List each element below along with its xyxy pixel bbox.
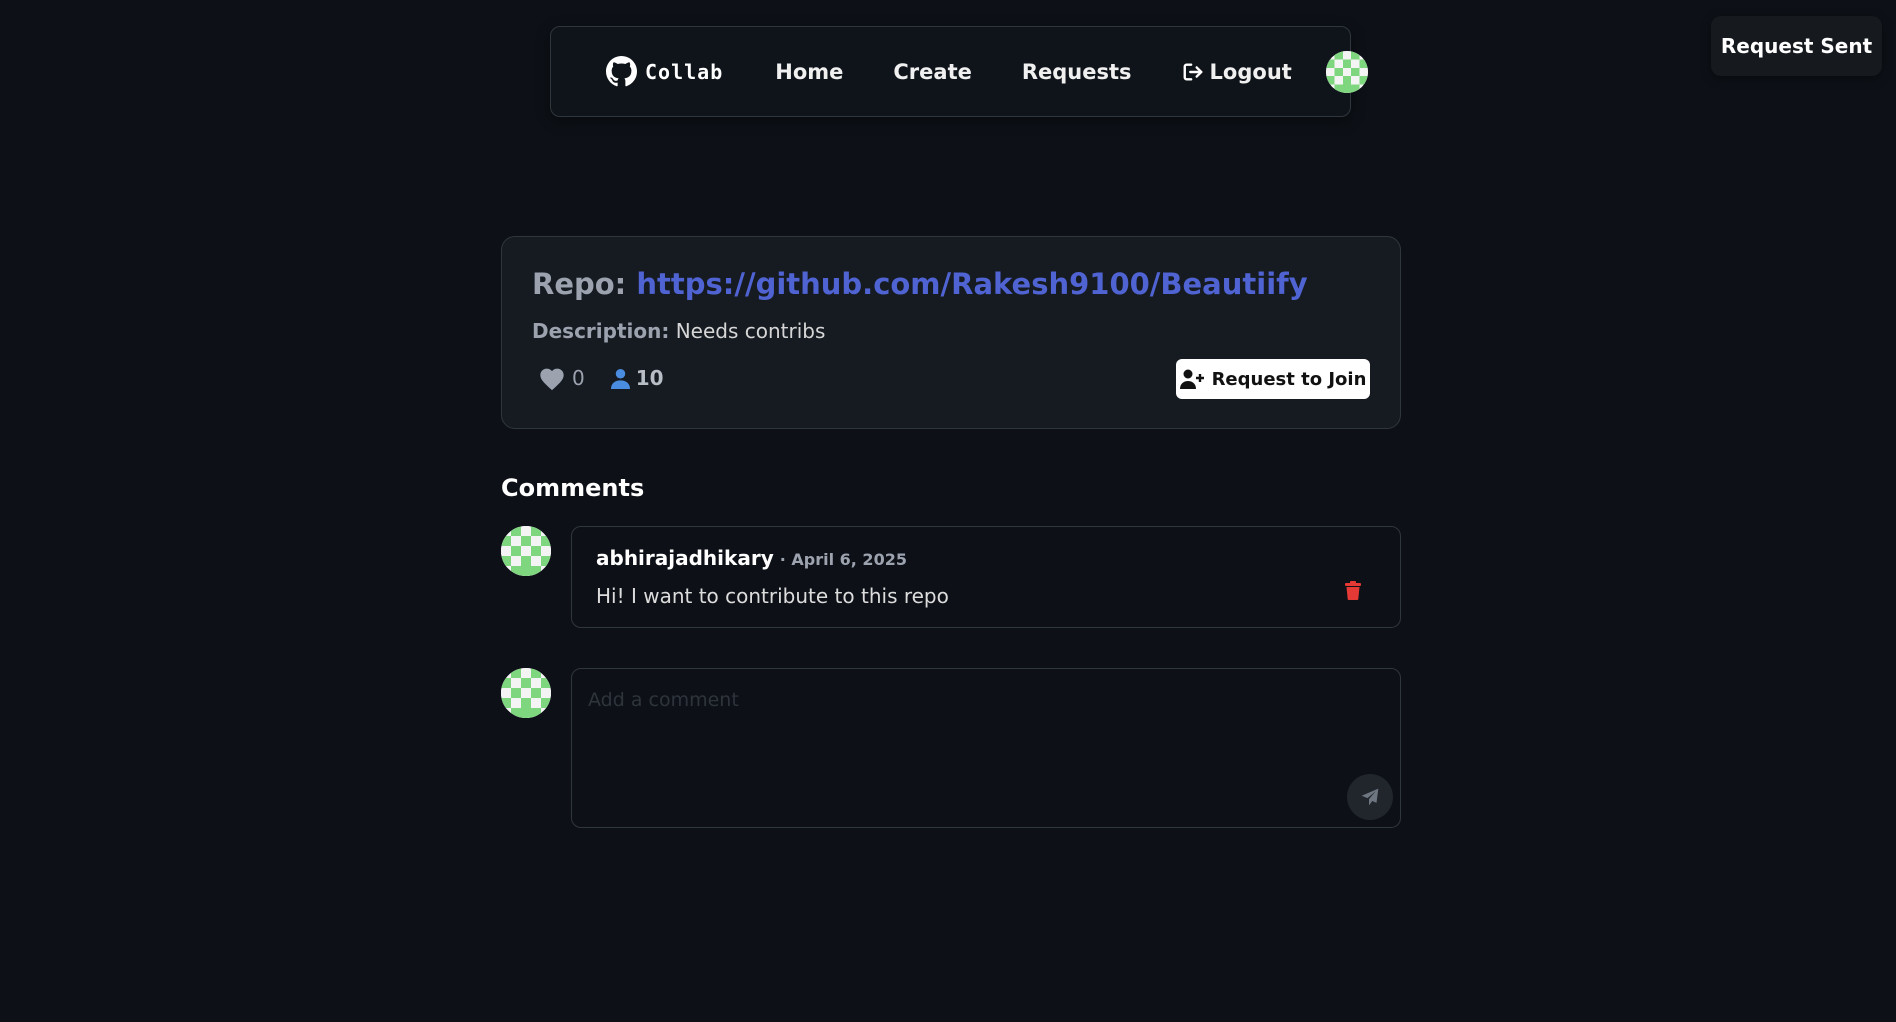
like-button[interactable]: 0 (538, 365, 585, 391)
delete-comment-button[interactable] (1342, 578, 1364, 602)
send-comment-button[interactable] (1347, 774, 1393, 820)
member-count: 10 (635, 366, 664, 390)
paper-plane-icon (1360, 787, 1380, 807)
github-icon (606, 56, 637, 87)
repo-link[interactable]: https://github.com/Rakesh9100/Beautiify (636, 267, 1307, 301)
brand-logo[interactable]: Collab (606, 56, 723, 87)
comment-header: abhirajadhikary · April 6, 2025 (596, 546, 907, 570)
heart-icon (538, 365, 566, 391)
repo-card: Repo: https://github.com/Rakesh9100/Beau… (501, 236, 1401, 429)
nav-logout[interactable]: Logout (1182, 60, 1292, 84)
nav-create[interactable]: Create (893, 60, 971, 84)
like-count: 0 (572, 366, 585, 390)
repo-stats: 0 10 (538, 365, 664, 391)
user-icon (610, 368, 630, 389)
comment-date: · April 6, 2025 (779, 550, 907, 569)
comment-composer (571, 668, 1401, 828)
comment-input[interactable] (572, 669, 1400, 827)
user-plus-icon (1179, 369, 1204, 389)
brand-name: Collab (645, 59, 724, 84)
nav-home[interactable]: Home (775, 60, 843, 84)
avatar[interactable] (1325, 50, 1368, 93)
logout-label: Logout (1209, 59, 1292, 84)
toast-notification: Request Sent (1711, 16, 1882, 76)
comment-item: abhirajadhikary · April 6, 2025 Hi! I wa… (571, 526, 1401, 628)
request-to-join-label: Request to Join (1211, 368, 1367, 390)
comment-text: Hi! I want to contribute to this repo (596, 584, 949, 608)
description-label: Description: (532, 319, 670, 343)
logout-icon (1182, 61, 1204, 83)
request-to-join-button[interactable]: Request to Join (1176, 359, 1370, 399)
comments-heading: Comments (501, 474, 645, 502)
avatar (501, 526, 551, 576)
member-count-stat: 10 (610, 366, 664, 390)
repo-title: Repo: https://github.com/Rakesh9100/Beau… (532, 267, 1370, 301)
comment-author: abhirajadhikary (596, 546, 774, 570)
navbar: Collab Home Create Requests Logout (550, 26, 1368, 117)
repo-label: Repo: (532, 267, 627, 301)
repo-description: Description: Needs contribs (532, 319, 1370, 343)
trash-icon (1345, 580, 1361, 600)
description-text: Needs contribs (675, 319, 826, 343)
avatar (501, 668, 551, 718)
nav-requests[interactable]: Requests (1022, 60, 1132, 84)
